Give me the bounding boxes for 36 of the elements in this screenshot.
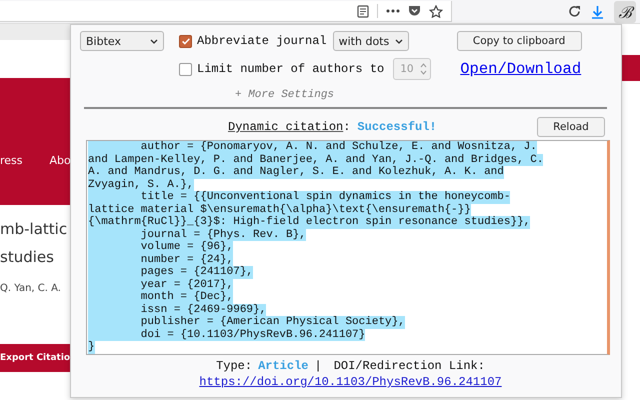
copy-button[interactable]: Copy to clipboard <box>456 31 582 51</box>
address-bar[interactable] <box>0 1 452 22</box>
export-citation-button[interactable]: Export Citatio <box>0 344 70 372</box>
citation-text-area[interactable] <box>86 140 610 355</box>
doi-label: DOI/Redirection Link: <box>334 359 485 373</box>
nav-link[interactable]: ress <box>0 154 23 167</box>
separator: | <box>314 359 322 373</box>
doi-link[interactable]: https://doi.org/10.1103/PhysRevB.96.241107 <box>199 375 502 389</box>
type-label: Type: <box>216 359 252 373</box>
nav-link[interactable]: Abo <box>50 154 70 167</box>
extension-button[interactable]: ℬ <box>614 0 636 22</box>
reload-button[interactable]: Reload <box>537 117 605 137</box>
more-settings-link[interactable]: + More Settings <box>235 89 621 101</box>
abbreviation-select[interactable]: with dots <box>332 31 409 51</box>
colon: : <box>343 120 350 134</box>
article-title: mb-lattic <box>0 219 68 240</box>
reload-icon[interactable] <box>568 5 581 18</box>
format-select[interactable]: Bibtex <box>80 31 164 51</box>
dynamic-citation-label: Dynamic citation <box>228 120 344 134</box>
checkbox-label: Limit number of authors to <box>197 62 384 76</box>
checkbox-label: Abbreviate journal <box>197 34 327 48</box>
type-value: Article <box>258 359 308 373</box>
open-download-link[interactable]: Open/Download <box>460 60 582 78</box>
status-text: Successful! <box>357 120 437 134</box>
caret-icon <box>394 38 403 44</box>
author-list: Q. Yan, C. A. <box>0 283 70 294</box>
header-band <box>622 55 640 81</box>
checkbox[interactable] <box>179 62 192 76</box>
reader-view-icon[interactable] <box>357 4 369 18</box>
checkbox[interactable] <box>179 34 192 48</box>
more-icon[interactable] <box>386 9 400 13</box>
download-icon[interactable] <box>591 4 604 18</box>
star-icon[interactable] <box>429 4 443 18</box>
pocket-icon[interactable] <box>408 5 421 17</box>
article-title: studies <box>0 247 55 268</box>
caret-icon <box>150 38 158 44</box>
